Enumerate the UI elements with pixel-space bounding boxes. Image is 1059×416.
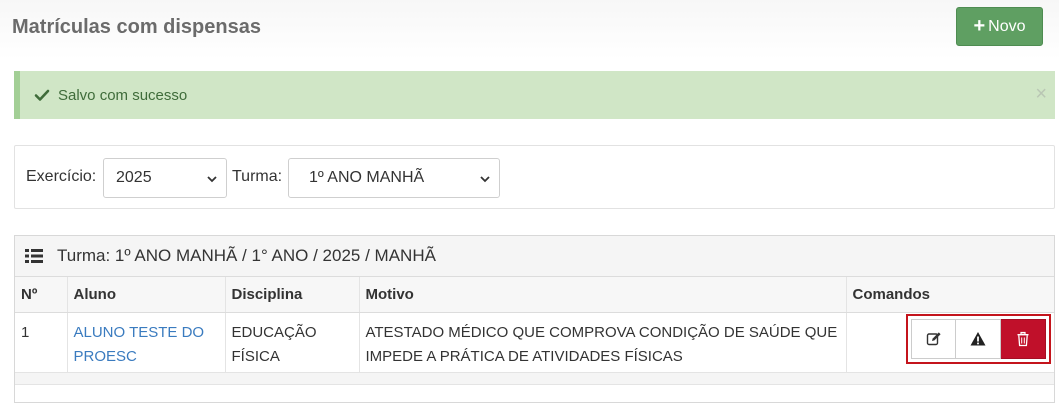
table-footer-cell (15, 372, 1054, 385)
filter-panel: Exercício: 2025 Turma: 1º ANO MANHÃ (14, 145, 1055, 209)
alert-message: Salvo com sucesso (58, 86, 188, 104)
table-footer-row (15, 372, 1054, 385)
cell-numero: 1 (15, 312, 68, 373)
cell-aluno: ALUNO TESTE DO PROESC (67, 312, 226, 373)
delete-button[interactable] (1001, 319, 1047, 359)
turma-select[interactable]: 1º ANO MANHÃ (288, 158, 500, 198)
chevron-down-icon (207, 176, 217, 183)
new-button[interactable]: + Novo (956, 7, 1043, 46)
plus-icon: + (973, 14, 986, 37)
column-header-disciplina: Disciplina (225, 277, 360, 313)
exercicio-select[interactable]: 2025 (103, 158, 227, 198)
exercicio-label: Exercício: (26, 168, 97, 185)
list-icon (25, 249, 43, 263)
turma-panel: Turma: 1º ANO MANHÃ / 1° ANO / 2025 / MA… (14, 235, 1055, 403)
trash-icon (1017, 331, 1029, 347)
column-header-aluno: Aluno (67, 277, 226, 313)
column-header-numero: Nº (15, 277, 68, 313)
warning-button[interactable] (956, 319, 1002, 359)
dispensas-table: Nº Aluno Disciplina Motivo Comandos 1 AL… (15, 277, 1054, 385)
warning-icon (970, 332, 986, 346)
cell-disciplina: EDUCAÇÃO FÍSICA (225, 312, 360, 373)
table-row: 1 ALUNO TESTE DO PROESC EDUCAÇÃO FÍSICA … (15, 312, 1054, 373)
column-header-comandos: Comandos (846, 277, 1054, 313)
alert-close-button[interactable]: × (1035, 84, 1047, 104)
turma-select-value: 1º ANO MANHÃ (309, 169, 425, 186)
chevron-down-icon (480, 176, 490, 183)
success-alert: Salvo com sucesso × (14, 71, 1055, 119)
edit-icon (926, 332, 941, 346)
turma-label: Turma: (232, 168, 283, 185)
aluno-link[interactable]: ALUNO TESTE DO PROESC (74, 324, 205, 365)
page-title: Matrículas com dispensas (12, 16, 261, 38)
check-icon (34, 89, 50, 101)
exercicio-select-value: 2025 (116, 169, 152, 186)
commands-button-group (906, 314, 1051, 364)
panel-heading-text: Turma: 1º ANO MANHÃ / 1° ANO / 2025 / MA… (57, 246, 436, 265)
panel-heading: Turma: 1º ANO MANHÃ / 1° ANO / 2025 / MA… (15, 236, 1054, 277)
edit-button[interactable] (911, 319, 957, 359)
new-button-label: Novo (988, 17, 1026, 35)
cell-motivo: ATESTADO MÉDICO QUE COMPROVA CONDIÇÃO DE… (359, 312, 847, 373)
column-header-motivo: Motivo (359, 277, 847, 313)
table-header-row: Nº Aluno Disciplina Motivo Comandos (15, 277, 1054, 313)
